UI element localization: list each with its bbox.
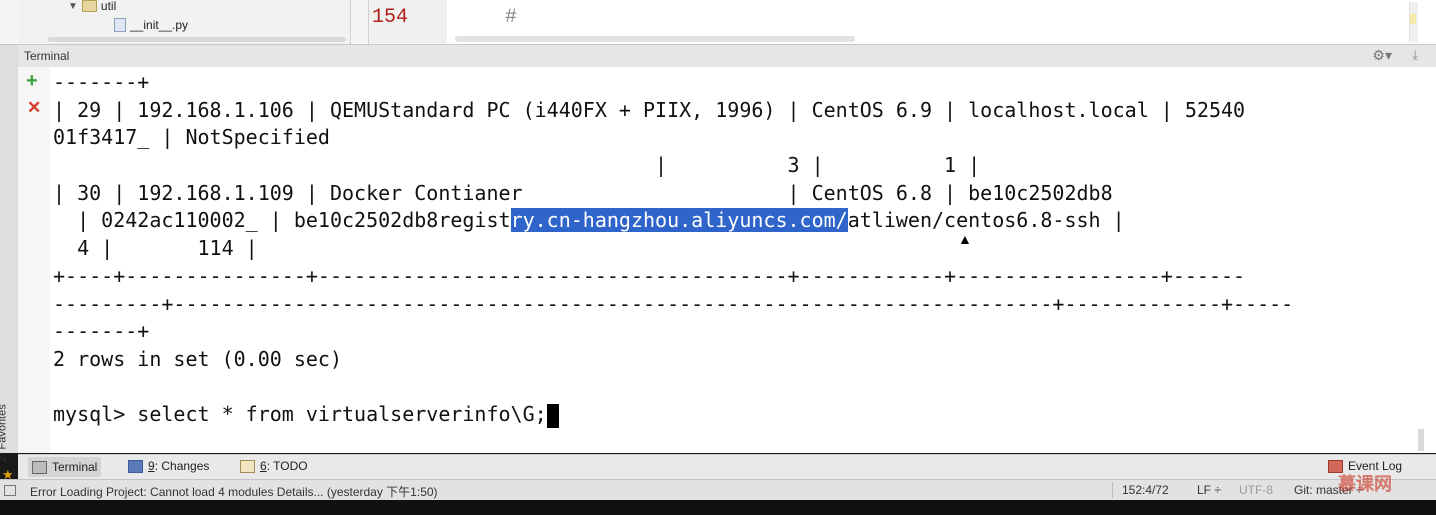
folder-icon bbox=[81, 0, 97, 12]
panel-toggle-icon[interactable] bbox=[4, 485, 16, 496]
warning-marker[interactable] bbox=[1410, 14, 1416, 24]
horizontal-scrollbar[interactable] bbox=[455, 36, 855, 42]
editor-area: ▼ util __init__.py 154 # bbox=[0, 0, 1436, 45]
changes-icon bbox=[128, 459, 143, 473]
favorites-tab[interactable]: 2: Favorites ★ bbox=[0, 404, 18, 485]
vertical-scrollbar[interactable] bbox=[1418, 429, 1424, 451]
text-cursor bbox=[546, 403, 559, 428]
tree-item-util[interactable]: ▼ util bbox=[68, 0, 116, 13]
watermark-logo: 慕课网 bbox=[1338, 474, 1392, 494]
tab-label: Terminal bbox=[52, 460, 98, 474]
terminal-line: 4 | 114 | bbox=[53, 236, 258, 261]
caret-position[interactable]: 152:4/72 bbox=[1122, 483, 1169, 497]
todo-icon bbox=[240, 459, 255, 473]
chevron-down-icon[interactable]: ▼ bbox=[68, 1, 78, 12]
terminal-text: atliwen/centos6.8-ssh | bbox=[847, 208, 1125, 233]
close-session-icon[interactable]: ✕ bbox=[27, 99, 41, 117]
terminal-line: -------+ bbox=[53, 70, 150, 94]
terminal-line: +----+---------------+------------------… bbox=[53, 263, 1246, 288]
line-separator[interactable]: LF ÷ bbox=[1197, 483, 1221, 497]
terminal-line: | 0242ac110002_ | be10c2502db8registry.c… bbox=[53, 207, 1416, 235]
python-file-icon bbox=[114, 18, 126, 32]
screen-border bbox=[0, 500, 1436, 515]
left-tool-stripe: 2: Favorites ★ bbox=[0, 45, 19, 482]
tree-item-label: util bbox=[100, 0, 117, 13]
gear-icon[interactable]: ⚙▾ bbox=[1372, 47, 1392, 64]
terminal-toolbar: + ✕ bbox=[18, 67, 50, 453]
file-encoding[interactable]: UTF-8 bbox=[1239, 483, 1273, 497]
terminal-panel[interactable]: + ✕ -------+ | 29 | 192.168.1.106 | QEMU… bbox=[18, 67, 1436, 453]
line-number: 154 bbox=[372, 6, 409, 29]
terminal-command[interactable]: mysql> select * from virtualserverinfo\G… bbox=[53, 402, 547, 426]
terminal-prompt-line[interactable]: mysql> select * from virtualserverinfo\G… bbox=[53, 401, 1416, 429]
project-tree: ▼ util __init__.py bbox=[18, 0, 351, 44]
divider bbox=[1112, 482, 1113, 498]
terminal-header: Terminal ⚙▾ ⤓ bbox=[18, 45, 1436, 68]
terminal-line: | 29 | 192.168.1.106 | QEMUStandard PC (… bbox=[53, 97, 1246, 122]
terminal-title: Terminal bbox=[24, 49, 70, 63]
terminal-line: ---------+------------------------------… bbox=[53, 291, 1294, 316]
hide-panel-icon[interactable]: ⤓ bbox=[1412, 47, 1418, 63]
text-selection[interactable]: ry.cn-hangzhou.aliyuncs.com/ bbox=[510, 208, 848, 233]
tab-changes[interactable]: 9: Changes bbox=[128, 459, 209, 473]
code-line[interactable]: # bbox=[505, 6, 517, 29]
terminal-icon bbox=[32, 460, 47, 474]
terminal-line: | 3 | 1 | bbox=[53, 153, 981, 178]
terminal-line: 2 rows in set (0.00 sec) bbox=[53, 346, 342, 371]
terminal-line: 01f3417_ | NotSpecified bbox=[53, 125, 330, 150]
horizontal-scrollbar[interactable] bbox=[48, 37, 346, 42]
terminal-output[interactable]: -------+ | 29 | 192.168.1.106 | QEMUStan… bbox=[53, 69, 1416, 429]
terminal-line: | 30 | 192.168.1.109 | Docker Contianer … bbox=[53, 180, 1113, 205]
tab-terminal[interactable]: Terminal bbox=[28, 457, 102, 477]
mouse-pointer-icon: ▲ bbox=[958, 231, 972, 247]
tab-label: 6: TODO bbox=[260, 459, 308, 473]
terminal-text: | 0242ac110002_ | be10c2502db8regist bbox=[53, 208, 511, 233]
tree-item-label: __init__.py bbox=[130, 18, 189, 32]
status-message[interactable]: Error Loading Project: Cannot load 4 mod… bbox=[30, 483, 438, 500]
add-session-icon[interactable]: + bbox=[26, 71, 38, 91]
terminal-line: -------+ bbox=[53, 319, 150, 344]
tab-todo[interactable]: 6: TODO bbox=[240, 459, 308, 473]
status-bar: Error Loading Project: Cannot load 4 mod… bbox=[0, 479, 1436, 500]
line-gutter: 154 bbox=[368, 0, 448, 44]
tree-item-init-py[interactable]: __init__.py bbox=[114, 18, 188, 32]
code-editor[interactable]: # bbox=[447, 0, 1436, 44]
tab-label: 9: Changes bbox=[148, 459, 210, 473]
favorites-label: 2: Favorites bbox=[0, 404, 9, 462]
tool-window-bar: Terminal 9: Changes 6: TODO Event Log bbox=[18, 454, 1436, 479]
